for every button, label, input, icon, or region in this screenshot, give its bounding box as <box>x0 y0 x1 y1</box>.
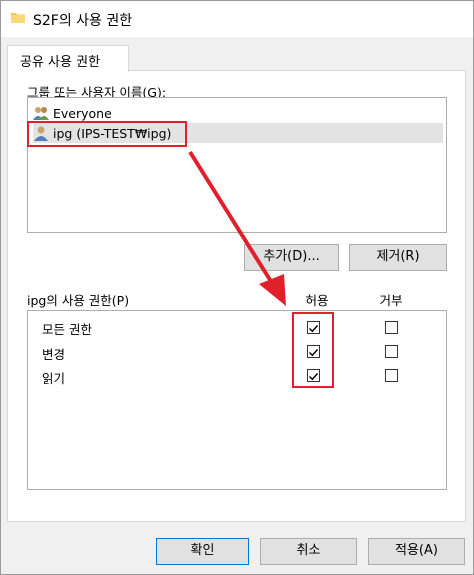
deny-checkbox-read[interactable] <box>385 369 398 382</box>
list-item-ipg[interactable]: ipg (IPS-TEST₩ipg) <box>33 123 443 143</box>
permissions-label: ipg의 사용 권한(P) <box>27 293 130 308</box>
deny-checkbox-full-control[interactable] <box>385 321 398 334</box>
permission-list: 모든 권한 변경 읽기 <box>27 310 447 490</box>
allow-checkbox-full-control[interactable] <box>307 321 320 334</box>
checkmark-icon <box>309 349 319 357</box>
title-bar[interactable]: S2F의 사용 권한 <box>1 1 473 37</box>
remove-button[interactable]: 제거(R) <box>349 244 447 271</box>
ok-button[interactable]: 확인 <box>156 538 249 565</box>
user-icon <box>34 126 48 141</box>
permission-name-full-control: 모든 권한 <box>42 322 92 337</box>
list-item-everyone[interactable]: Everyone <box>33 103 443 123</box>
user-name: Everyone <box>53 105 112 121</box>
apply-button[interactable]: 적용(A) <box>368 538 465 565</box>
permission-name-change: 변경 <box>42 347 66 362</box>
checkmark-icon <box>309 373 319 381</box>
tab-share-permissions[interactable]: 공유 사용 권한 <box>7 45 129 72</box>
permission-name-read: 읽기 <box>42 371 66 386</box>
users-group-icon <box>33 107 49 120</box>
deny-checkbox-change[interactable] <box>385 345 398 358</box>
folder-icon <box>11 13 25 23</box>
user-list[interactable]: Everyone ipg (IPS-TEST₩ipg) <box>27 97 447 233</box>
allow-checkbox-read[interactable] <box>307 369 320 382</box>
checkmark-icon <box>309 325 319 333</box>
window-title: S2F의 사용 권한 <box>33 13 133 29</box>
user-name: ipg (IPS-TEST₩ipg) <box>53 125 172 141</box>
deny-column-header: 거부 <box>379 293 403 308</box>
allow-checkbox-change[interactable] <box>307 345 320 358</box>
add-button[interactable]: 추가(D)... <box>244 244 339 271</box>
cancel-button[interactable]: 취소 <box>260 538 357 565</box>
allow-column-header: 허용 <box>305 293 329 308</box>
